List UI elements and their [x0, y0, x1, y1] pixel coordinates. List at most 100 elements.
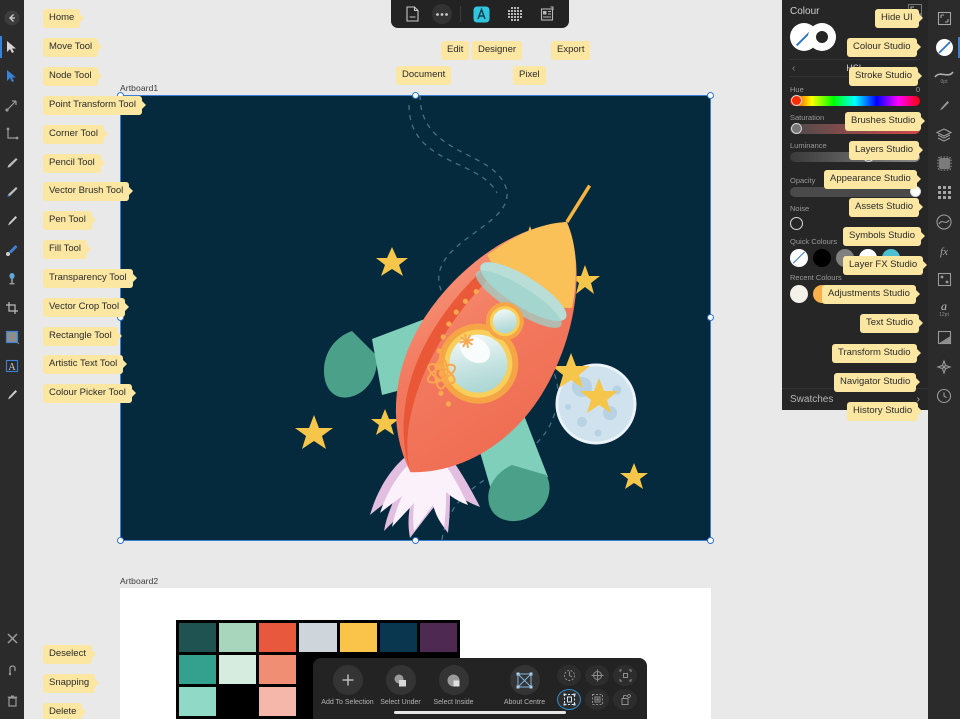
hue-knob[interactable] — [791, 95, 802, 106]
corner-scale-icon[interactable] — [613, 665, 637, 686]
brushes-studio-icon[interactable] — [928, 91, 960, 120]
pixel-persona-icon[interactable] — [502, 4, 528, 24]
tooltip-studio-6: Assets Studio — [849, 198, 919, 217]
tooltip-bottom-2: Delete — [43, 703, 82, 719]
tooltip-studio-4: Layers Studio — [849, 141, 919, 160]
saturation-knob[interactable] — [791, 123, 802, 134]
stroke-studio-icon[interactable]: 0pt — [928, 62, 960, 91]
tooltip-studio-0: Hide UI — [875, 9, 919, 28]
saturation-label: Saturation — [790, 113, 824, 122]
colour-picker-icon[interactable] — [0, 381, 24, 409]
quick-colour-none[interactable] — [790, 249, 808, 267]
designer-persona-icon[interactable] — [468, 4, 494, 24]
navigator-studio-icon[interactable] — [928, 352, 960, 381]
text-studio-icon[interactable]: a 12pt — [928, 294, 960, 323]
chevron-left-icon[interactable]: ‹ — [792, 63, 795, 74]
node-tool-icon[interactable] — [0, 62, 24, 90]
corner-tool-icon[interactable] — [0, 120, 24, 148]
swatch-cell[interactable] — [259, 655, 296, 684]
swatch-cell[interactable] — [259, 687, 296, 716]
swatch-cell[interactable] — [179, 687, 216, 716]
vector-brush-icon[interactable] — [0, 178, 24, 206]
symbols-studio-icon[interactable] — [928, 207, 960, 236]
add-to-selection-button[interactable]: Add To Selection — [321, 665, 374, 706]
artboard2-label: Artboard2 — [120, 576, 158, 586]
hue-value: 0 — [916, 85, 920, 94]
tooltip-tool-2: Node Tool — [43, 67, 98, 86]
layer-fx-studio-icon[interactable]: fx — [928, 236, 960, 265]
lock-children-icon[interactable] — [613, 689, 637, 710]
appearance-studio-icon[interactable] — [928, 149, 960, 178]
rectangle-tool-icon[interactable] — [0, 323, 24, 351]
artboard1[interactable] — [120, 95, 711, 541]
vector-crop-icon[interactable] — [0, 294, 24, 322]
swatch-cell[interactable] — [179, 655, 216, 684]
transform-options-grid[interactable] — [557, 665, 639, 711]
rotate-icon[interactable] — [557, 665, 581, 686]
noise-knob[interactable] — [790, 217, 803, 230]
swatch-cell[interactable] — [259, 623, 296, 652]
swatch-cell[interactable] — [340, 623, 377, 652]
export-persona-icon[interactable] — [535, 4, 561, 24]
move-tool-icon[interactable] — [0, 33, 24, 61]
top-toolbar[interactable] — [391, 0, 569, 28]
tooltip-studio-8: Layer FX Studio — [843, 256, 923, 275]
studios-rail[interactable]: 0pt fx a 12pt — [928, 0, 960, 719]
hide-ui-icon[interactable] — [928, 4, 960, 33]
tooltip-studio-5: Appearance Studio — [824, 170, 917, 189]
quick-colour-black[interactable] — [813, 249, 831, 267]
noise-label: Noise — [790, 204, 809, 213]
back-arrow-icon[interactable] — [0, 4, 24, 32]
transparency-tool-icon[interactable] — [0, 265, 24, 293]
swatch-cell[interactable] — [219, 655, 256, 684]
stroke-swatch[interactable] — [808, 23, 836, 51]
context-toolbar[interactable]: Add To Selection Select Under Select Ins… — [313, 658, 647, 719]
history-studio-icon[interactable] — [928, 381, 960, 410]
pencil-tool-icon[interactable] — [0, 149, 24, 177]
hue-track[interactable] — [790, 96, 920, 106]
select-inside-button[interactable]: Select Inside — [427, 665, 480, 706]
snapping-icon[interactable] — [0, 654, 24, 684]
swatch-cell[interactable] — [179, 623, 216, 652]
tooltip-tool-4: Corner Tool — [43, 125, 104, 144]
fill-tool-icon[interactable] — [0, 236, 24, 264]
tooltip-tool-13: Colour Picker Tool — [43, 384, 132, 403]
swatch-cell[interactable] — [299, 623, 336, 652]
document-icon[interactable] — [399, 4, 425, 24]
select-inside-label: Select Inside — [433, 699, 473, 706]
more-icon[interactable] — [432, 4, 452, 24]
preserve-icon[interactable] — [585, 689, 609, 710]
swatch-cell[interactable] — [380, 623, 417, 652]
pen-tool-icon[interactable] — [0, 207, 24, 235]
layers-studio-icon[interactable] — [928, 120, 960, 149]
adjustments-studio-icon[interactable] — [928, 265, 960, 294]
tooltip-tool-0: Home — [43, 9, 80, 28]
toolbar-divider — [460, 6, 461, 22]
swatch-cell[interactable] — [219, 687, 256, 716]
swatch-cell[interactable] — [420, 623, 457, 652]
crosshair-icon[interactable] — [585, 665, 609, 686]
swatch-cell[interactable] — [219, 623, 256, 652]
tooltip-studio-10: Text Studio — [860, 314, 919, 333]
delete-icon[interactable] — [0, 685, 24, 715]
recent-colour-1[interactable] — [790, 285, 808, 303]
tooltip-tool-7: Pen Tool — [43, 211, 92, 230]
plus-icon — [333, 665, 363, 695]
tooltip-studio-9: Adjustments Studio — [822, 285, 916, 304]
select-under-label: Select Under — [380, 699, 420, 706]
tooltip-tool-1: Move Tool — [43, 38, 98, 57]
opacity-track[interactable] — [790, 187, 920, 197]
tooltip-bottom-1: Snapping — [43, 674, 95, 693]
artistic-text-icon[interactable]: A — [0, 352, 24, 380]
transform-studio-icon[interactable] — [928, 323, 960, 352]
select-under-button[interactable]: Select Under — [374, 665, 427, 706]
assets-studio-icon[interactable] — [928, 178, 960, 207]
tools-rail[interactable]: A — [0, 0, 24, 719]
hue-slider-row[interactable]: Hue 0 — [790, 85, 920, 106]
about-centre-button[interactable]: About Centre — [498, 665, 551, 706]
selection-box-icon[interactable] — [557, 689, 581, 710]
colour-studio-icon[interactable] — [928, 33, 960, 62]
point-transform-icon[interactable] — [0, 91, 24, 119]
tooltip-studio-12: Navigator Studio — [834, 373, 916, 392]
deselect-icon[interactable] — [0, 623, 24, 653]
